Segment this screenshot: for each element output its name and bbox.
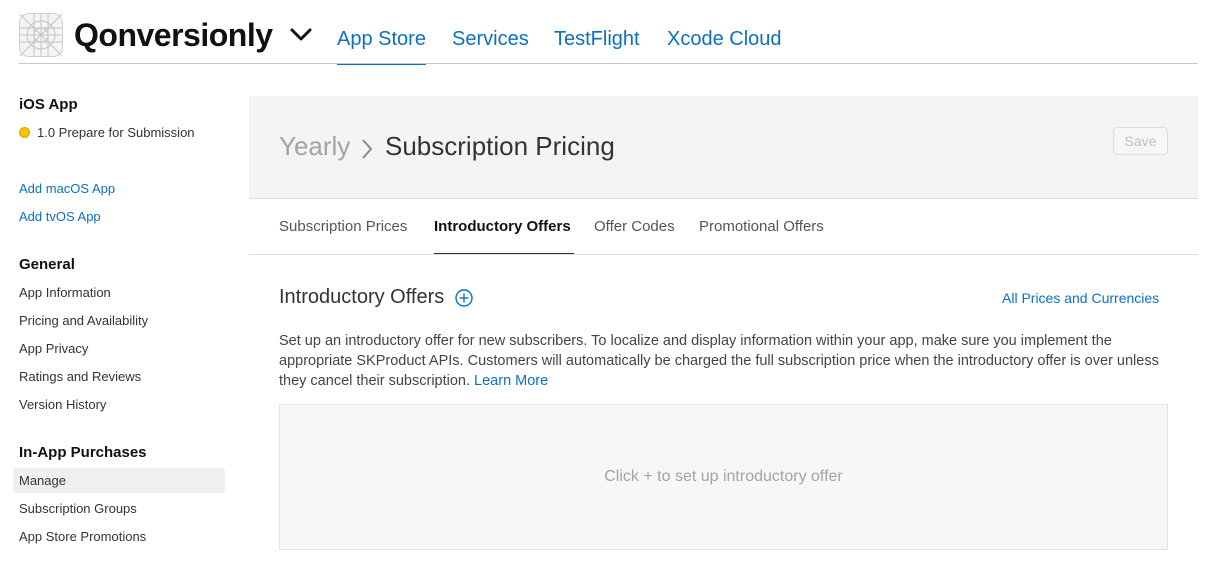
learn-more-link[interactable]: Learn More (474, 373, 548, 389)
save-button[interactable]: Save (1113, 127, 1168, 155)
sidebar-heading-ios-app: iOS App (19, 96, 78, 113)
sidebar-item-subscription-groups[interactable]: Subscription Groups (19, 501, 137, 516)
sidebar-item-ratings-reviews[interactable]: Ratings and Reviews (19, 369, 141, 384)
add-circle-icon[interactable] (455, 289, 473, 312)
sidebar-heading-general: General (19, 256, 75, 273)
tab-offer-codes[interactable]: Offer Codes (594, 218, 675, 235)
tab-promotional-offers[interactable]: Promotional Offers (699, 218, 824, 235)
sidebar-item-manage[interactable]: Manage (19, 473, 66, 488)
section-title: Introductory Offers (279, 286, 445, 308)
tabs-divider (249, 254, 1198, 255)
introductory-offer-empty-state: Click + to set up introductory offer (279, 404, 1168, 550)
sidebar-item-app-information[interactable]: App Information (19, 285, 111, 300)
top-bar: Qonversionly App Store Services TestFlig… (0, 0, 1205, 65)
tab-subscription-prices[interactable]: Subscription Prices (279, 218, 407, 235)
tab-services[interactable]: Services (452, 26, 529, 52)
header-divider (19, 63, 1198, 64)
breadcrumb-parent[interactable]: Yearly (279, 131, 350, 162)
sidebar-item-app-privacy[interactable]: App Privacy (19, 341, 88, 356)
sidebar-item-version-history[interactable]: Version History (19, 397, 106, 412)
tab-introductory-offers[interactable]: Introductory Offers (434, 218, 571, 235)
chevron-down-icon[interactable] (290, 28, 312, 47)
sidebar-item-version[interactable]: 1.0 Prepare for Submission (37, 125, 195, 140)
tab-testflight[interactable]: TestFlight (554, 26, 640, 52)
description-text: Set up an introductory offer for new sub… (279, 333, 1159, 389)
tab-app-store[interactable]: App Store (337, 26, 426, 65)
sidebar-heading-in-app-purchases: In-App Purchases (19, 444, 147, 461)
add-tvos-app-link[interactable]: Add tvOS App (19, 209, 101, 224)
header-divider-line (249, 198, 1198, 199)
app-icon-grid (20, 14, 62, 56)
app-name[interactable]: Qonversionly (74, 15, 273, 55)
section-description: Set up an introductory offer for new sub… (279, 331, 1179, 391)
tab-xcode-cloud[interactable]: Xcode Cloud (667, 26, 782, 52)
add-macos-app-link[interactable]: Add macOS App (19, 181, 115, 196)
empty-state-text: Click + to set up introductory offer (604, 468, 843, 485)
chevron-right-icon (360, 138, 374, 165)
sidebar-item-app-store-promotions[interactable]: App Store Promotions (19, 529, 146, 544)
all-prices-currencies-link[interactable]: All Prices and Currencies (1002, 290, 1159, 306)
page-title: Subscription Pricing (385, 131, 615, 161)
sidebar-item-pricing-availability[interactable]: Pricing and Availability (19, 313, 148, 328)
status-dot-icon (19, 127, 30, 138)
app-icon[interactable] (19, 13, 63, 57)
